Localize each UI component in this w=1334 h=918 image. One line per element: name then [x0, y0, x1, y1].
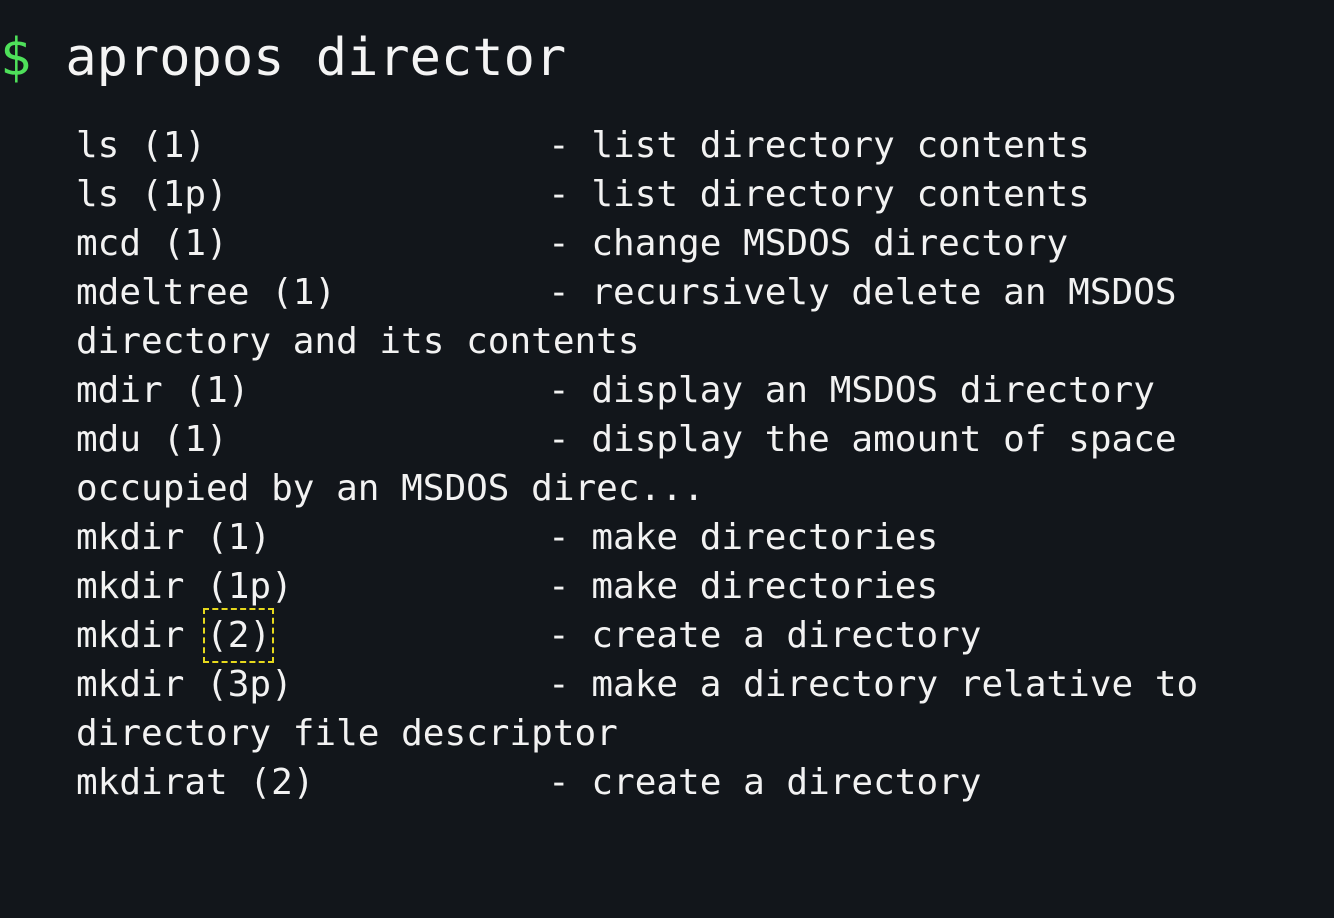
man-page-name: mdir (1) — [76, 366, 249, 415]
man-page-name: mdeltree (1) — [76, 268, 336, 317]
highlighted-man-section: (2) — [203, 608, 275, 663]
command-prompt-line: $ apropos director — [0, 26, 566, 90]
man-page-description: - list directory contents — [548, 125, 1090, 166]
man-page-description: - make a directory relative to — [548, 664, 1199, 705]
description-continuation: directory file descriptor — [76, 713, 618, 754]
man-page-description: - create a directory — [548, 615, 982, 656]
result-line: mdir (1) - display an MSDOS directory — [76, 366, 1316, 415]
result-line: mcd (1) - change MSDOS directory — [76, 219, 1316, 268]
prompt-symbol: $ — [0, 28, 32, 88]
man-page-description: - display an MSDOS directory — [548, 370, 1155, 411]
result-line: mkdir (3p) - make a directory relative t… — [76, 660, 1316, 709]
command-text: apropos director — [65, 28, 567, 88]
result-line: mkdir (1) - make directories — [76, 513, 1316, 562]
man-section: (1) — [162, 419, 228, 460]
man-page-name: mcd (1) — [76, 219, 228, 268]
man-section: (1p) — [141, 174, 228, 215]
man-section: (1) — [271, 272, 337, 313]
man-section: (1) — [184, 370, 250, 411]
result-line: mkdirat (2) - create a directory — [76, 758, 1316, 807]
man-page-description: - list directory contents — [548, 174, 1090, 215]
result-line: mdu (1) - display the amount of space — [76, 415, 1316, 464]
wrapped-description-line: directory file descriptor — [76, 709, 1316, 758]
man-section: (3p) — [206, 664, 293, 705]
terminal-window[interactable]: $ apropos director ls (1) - list director… — [0, 0, 1334, 918]
man-page-name: mkdir (1p) — [76, 562, 293, 611]
man-page-description: - create a directory — [548, 762, 982, 803]
man-section: (1p) — [206, 566, 293, 607]
result-line: mkdir (2) - create a directory — [76, 608, 1316, 663]
result-line: ls (1) - list directory contents — [76, 121, 1316, 170]
man-page-description: - display the amount of space — [548, 419, 1177, 460]
man-page-description: - make directories — [548, 566, 939, 607]
man-section: (1) — [206, 517, 272, 558]
wrapped-description-line: directory and its contents — [76, 317, 1316, 366]
wrapped-description-line: occupied by an MSDOS direc... — [76, 464, 1316, 513]
man-page-name: mkdir (1) — [76, 513, 271, 562]
man-page-name: mkdir (3p) — [76, 660, 293, 709]
description-continuation: occupied by an MSDOS direc... — [76, 468, 705, 509]
man-page-description: - recursively delete an MSDOS — [548, 272, 1177, 313]
command-output: ls (1) - list directory contents ls (1p)… — [76, 121, 1316, 807]
result-line: ls (1p) - list directory contents — [76, 170, 1316, 219]
man-page-name: ls (1p) — [76, 170, 228, 219]
man-page-name: mkdirat (2) — [76, 758, 314, 807]
man-section: (2) — [249, 762, 315, 803]
man-page-name: mdu (1) — [76, 415, 228, 464]
result-line: mkdir (1p) - make directories — [76, 562, 1316, 611]
man-page-name: mkdir (2) — [76, 608, 275, 663]
man-section: (1) — [162, 223, 228, 264]
result-line: mdeltree (1) - recursively delete an MSD… — [76, 268, 1316, 317]
man-page-name: ls (1) — [76, 121, 206, 170]
man-page-description: - change MSDOS directory — [548, 223, 1069, 264]
description-continuation: directory and its contents — [76, 321, 640, 362]
man-page-description: - make directories — [548, 517, 939, 558]
man-section: (1) — [141, 125, 207, 166]
